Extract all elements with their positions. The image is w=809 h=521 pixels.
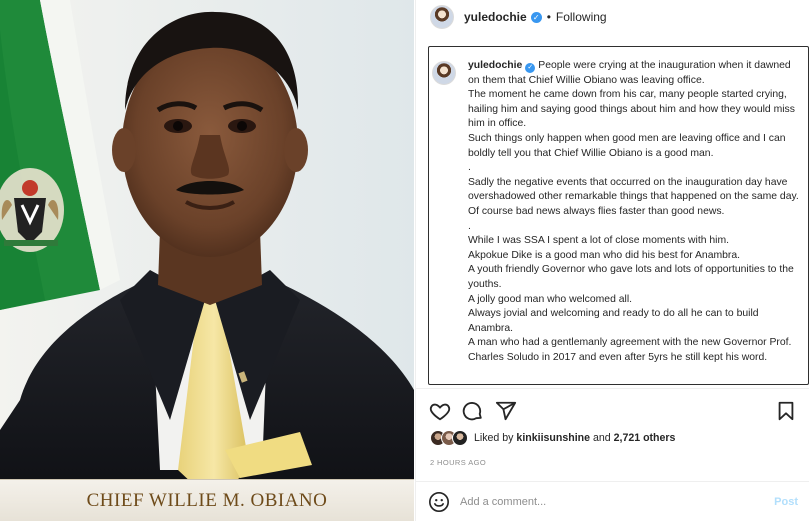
comment-input[interactable] — [460, 495, 775, 508]
post-sidebar: yuledochie ✓ • Following yuledochie ✓ Peop… — [415, 0, 809, 521]
comment-composer: Post — [416, 481, 809, 521]
likes-prefix: Liked by — [474, 432, 514, 444]
post-header: yuledochie ✓ • Following — [416, 0, 809, 34]
separator-dot: • — [546, 10, 551, 24]
caption-line: Such things only happen when good men ar… — [468, 132, 786, 159]
emoji-icon[interactable] — [428, 491, 450, 513]
caption-line: The moment he came down from his car, ma… — [468, 89, 795, 130]
likes-summary: Liked by kinkiisunshine and 2,721 others — [430, 430, 675, 446]
caption-text: yuledochie ✓ People were crying at the ina… — [468, 59, 804, 365]
post-comment-button[interactable]: Post — [774, 496, 798, 508]
action-bar — [416, 388, 809, 432]
post-timestamp[interactable]: 2 HOURS AGO — [430, 458, 486, 467]
caption-line: Akpokue Dike is a good man who did his b… — [468, 249, 741, 261]
post-photo[interactable]: CHIEF WILLIE M. OBIANO — [0, 0, 414, 521]
caption-line: Always jovial and welcoming and ready to… — [468, 308, 759, 334]
caption-line: Sadly the negative events that occurred … — [468, 176, 799, 203]
caption-line: A youth friendly Governor who gave lots … — [468, 264, 794, 290]
bookmark-icon[interactable] — [774, 399, 798, 423]
caption-username[interactable]: yuledochie — [468, 60, 522, 71]
following-button[interactable]: Following — [556, 10, 607, 24]
likes-user-link[interactable]: kinkiisunshine — [516, 432, 590, 444]
caption-first-line: yuledochie ✓ People were crying at the ina… — [468, 59, 804, 88]
caption-line: . — [468, 162, 471, 174]
caption-line: While I was SSA I spent a lot of close m… — [468, 235, 730, 247]
verified-badge-icon: ✓ — [525, 63, 536, 74]
caption-line: . — [468, 220, 471, 232]
photo-caption: CHIEF WILLIE M. OBIANO — [0, 479, 414, 521]
share-icon[interactable] — [494, 399, 518, 423]
post-author-username[interactable]: yuledochie — [464, 10, 527, 24]
liker-avatar[interactable] — [452, 430, 468, 446]
caption-avatar[interactable] — [432, 61, 456, 85]
caption-line: Of course bad news always flies faster t… — [468, 205, 725, 217]
likes-and: and — [592, 432, 611, 444]
verified-badge-icon: ✓ — [530, 11, 542, 23]
caption-box: yuledochie ✓ People were crying at the ina… — [428, 46, 809, 385]
caption-comment: yuledochie ✓ People were crying at the ina… — [432, 59, 804, 365]
caption-line: A jolly good man who welcomed all. — [468, 293, 633, 305]
likes-count-link[interactable]: 2,721 others — [614, 432, 676, 444]
comment-icon[interactable] — [461, 399, 485, 423]
portrait-image — [0, 0, 414, 521]
heart-icon[interactable] — [428, 399, 452, 423]
liker-avatars[interactable] — [430, 430, 468, 446]
avatar[interactable] — [430, 5, 454, 29]
caption-line: A man who had a gentlemanly agreement wi… — [468, 337, 792, 363]
